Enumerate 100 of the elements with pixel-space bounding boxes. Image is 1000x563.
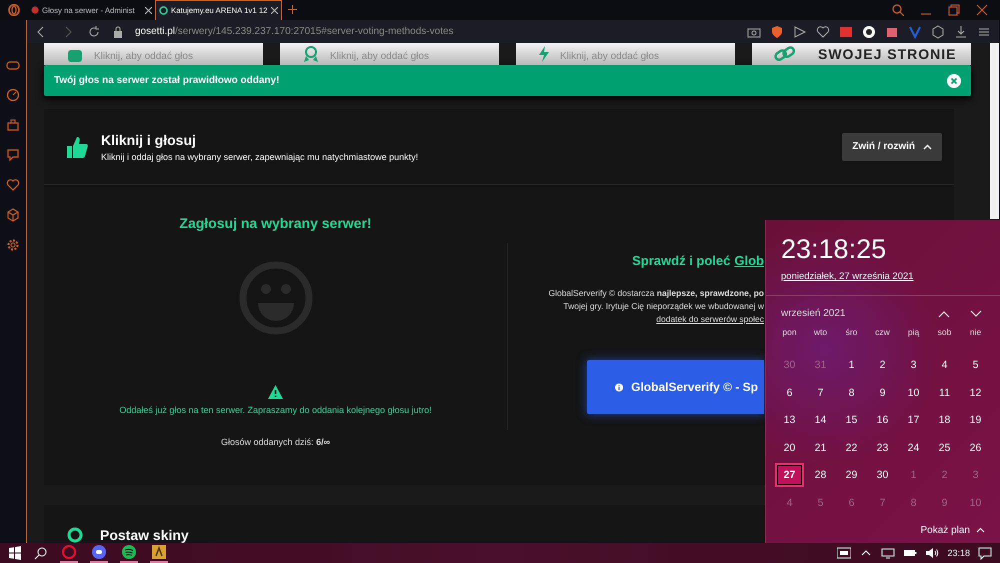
vote-heading: Zagłosuj na wybrany serwer!: [179, 215, 372, 231]
show-agenda-link[interactable]: Pokaż plan: [920, 524, 970, 536]
calendar-day[interactable]: 26: [961, 436, 990, 460]
calendar-day[interactable]: 4: [930, 353, 959, 378]
notification-icon[interactable]: [978, 546, 992, 560]
calendar-day[interactable]: 18: [930, 408, 959, 432]
warning-icon: [268, 385, 283, 399]
address-field[interactable]: gosetti.pl/serwery/145.239.237.170:27015#server-voting-methods-votes: [135, 26, 454, 37]
heart-icon[interactable]: [816, 24, 830, 38]
calendar-day[interactable]: 3: [899, 353, 928, 378]
keyboard-icon[interactable]: [837, 546, 852, 560]
calendar-day[interactable]: 24: [899, 436, 928, 460]
speaker-icon[interactable]: [925, 546, 940, 560]
close-icon[interactable]: [976, 4, 988, 16]
date-link[interactable]: poniedziałek, 27 września 2021: [766, 265, 1000, 282]
weekday-label: nie: [970, 326, 982, 339]
card-subtitle: Kliknij, aby oddać głos: [560, 51, 659, 62]
chevron-down-icon[interactable]: [970, 310, 982, 318]
start-icon[interactable]: [8, 546, 22, 560]
votes-today: Głosów oddanych dziś: 6/∞: [221, 437, 330, 447]
chat-icon[interactable]: [6, 148, 20, 162]
calendar-day[interactable]: 10: [899, 380, 928, 405]
heart-icon[interactable]: [6, 178, 20, 192]
calendar-day[interactable]: 8: [837, 380, 866, 405]
new-tab-icon[interactable]: [288, 5, 297, 14]
calendar-day[interactable]: 14: [806, 408, 835, 432]
reload-icon[interactable]: [87, 24, 101, 38]
calendar-day[interactable]: 30: [868, 463, 897, 488]
cube-icon[interactable]: [6, 208, 20, 222]
download-icon[interactable]: [954, 24, 968, 38]
weekday-label: wto: [814, 326, 828, 339]
close-icon[interactable]: [271, 7, 278, 14]
search-icon[interactable]: [34, 546, 48, 560]
calendar-day[interactable]: 12: [961, 380, 990, 405]
calendar-day[interactable]: 16: [868, 408, 897, 432]
calendar-day[interactable]: 19: [961, 408, 990, 432]
section-title: Kliknij i głosuj: [101, 132, 197, 148]
opera-icon: [62, 545, 76, 559]
site-icon: [31, 6, 39, 14]
calendar-day[interactable]: 15: [837, 408, 866, 432]
calendar-day[interactable]: 1: [837, 353, 866, 378]
extension-icon[interactable]: [862, 24, 876, 38]
calendar-day[interactable]: 7: [806, 380, 835, 405]
calendar-day[interactable]: 20: [775, 436, 804, 460]
vote-method-card[interactable]: SWOJEJ STRONIE: [752, 43, 971, 65]
discord-icon: [92, 545, 106, 559]
calendar-day[interactable]: 23: [868, 436, 897, 460]
weekday-label: sob: [938, 326, 952, 339]
calendar-day[interactable]: 13: [775, 408, 804, 432]
calendar-day[interactable]: 22: [837, 436, 866, 460]
taskbar-app[interactable]: [120, 543, 138, 563]
weekday-label: pon: [782, 326, 797, 339]
calendar-day[interactable]: 29: [837, 463, 866, 488]
taskbar-app[interactable]: [90, 543, 108, 563]
calendar-day[interactable]: 5: [961, 353, 990, 378]
card-title: SWOJEJ STRONIE: [818, 46, 956, 62]
card-subtitle: Kliknij, aby oddać głos: [94, 51, 193, 62]
shield-icon[interactable]: [770, 24, 784, 38]
scrollbar[interactable]: [990, 43, 999, 219]
cube-icon[interactable]: [931, 24, 945, 38]
clock-time: 23:18:25: [780, 233, 888, 265]
promo-link[interactable]: Glob: [734, 253, 764, 268]
calendar-day[interactable]: 11: [930, 380, 959, 405]
taskbar-app[interactable]: [150, 543, 168, 563]
alert-message: Twój głos na serwer został prawidłowo oddany!: [54, 75, 280, 86]
promo-text: Twojej gry. Irytuje Cię nieporządek we wbudowanej w: [563, 301, 764, 311]
restore-icon[interactable]: [948, 4, 960, 16]
close-icon[interactable]: [145, 6, 152, 14]
info-icon: [615, 382, 624, 392]
calendar-day[interactable]: 9: [868, 380, 897, 405]
promo-text-link[interactable]: dodatek do serwerów społec: [656, 314, 764, 324]
monitor-icon[interactable]: [881, 546, 896, 560]
lock-icon: [113, 26, 123, 38]
calendar-day[interactable]: 17: [899, 408, 928, 432]
toggle-button[interactable]: Zwiń / rozwiń: [842, 132, 942, 160]
link-icon: [774, 46, 796, 62]
spotify-icon: [122, 545, 136, 559]
speedometer-icon[interactable]: [6, 88, 20, 102]
calendar-day[interactable]: 25: [930, 436, 959, 460]
weekday-label: pią: [908, 326, 920, 339]
vote-notice: Oddałeś już głos na ten serwer. Zapraszamy do oddania kolejnego głosu jutro!: [119, 405, 432, 415]
calendar-day[interactable]: 28: [806, 463, 835, 488]
weekday-label: czw: [875, 326, 890, 339]
section-description: Kliknij i oddaj głos na wybrany serwer, zapewniając mu natychmiastowe punkty!: [101, 152, 420, 162]
chevron-up-icon: [923, 144, 932, 150]
calendar-day[interactable]: 6: [775, 380, 804, 405]
send-icon[interactable]: [793, 24, 807, 38]
calendar-day[interactable]: 21: [806, 436, 835, 460]
taskbar-app[interactable]: [60, 543, 78, 563]
taskbar-clock[interactable]: 23:18: [947, 548, 970, 558]
chevron-up-icon[interactable]: [938, 310, 950, 318]
opera-logo-icon[interactable]: [8, 4, 20, 16]
bag-icon[interactable]: [6, 118, 20, 132]
settings-icon[interactable]: [6, 238, 20, 252]
globalserverify-button[interactable]: GlobalServerify © - Sp: [587, 360, 764, 414]
game-icon: [152, 545, 166, 559]
calendar-day[interactable]: 27: [775, 463, 804, 488]
promo-text: GlobalServerify © dostarcza najlepsze, sprawdzone, po: [548, 288, 764, 298]
calendar-day[interactable]: 2: [868, 353, 897, 378]
section-title: Postaw skiny: [100, 527, 189, 543]
